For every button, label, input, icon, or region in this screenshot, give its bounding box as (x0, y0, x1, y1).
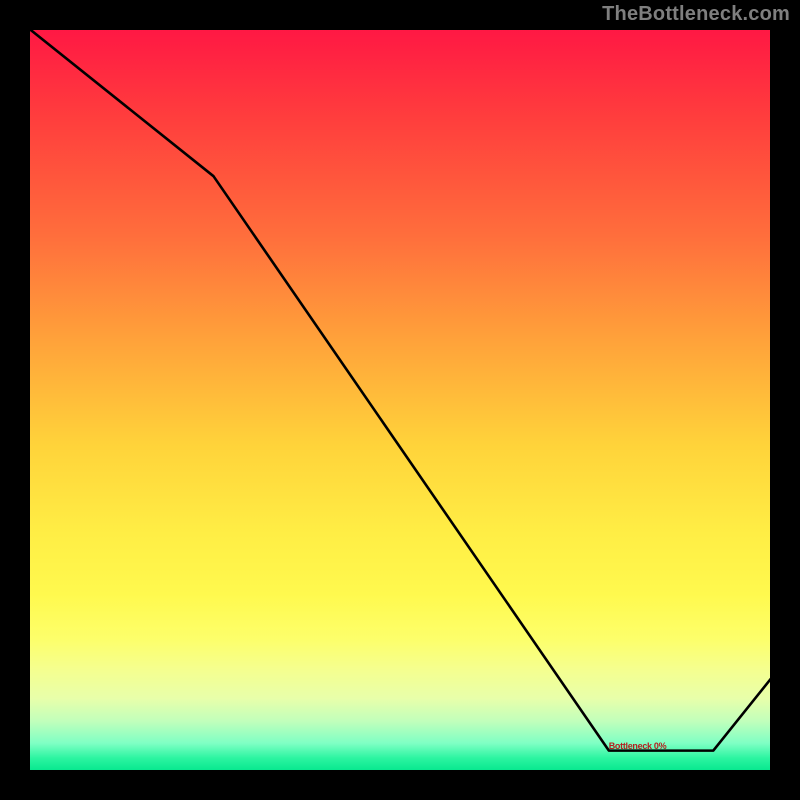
plot-area: Bottleneck 0% (27, 27, 773, 773)
bottleneck-curve-line (27, 27, 773, 751)
annotation-label: Bottleneck 0% (609, 741, 667, 751)
watermark-text: TheBottleneck.com (602, 3, 790, 26)
line-layer (27, 27, 773, 773)
chart-stage: TheBottleneck.com Bottleneck 0% (0, 0, 800, 800)
